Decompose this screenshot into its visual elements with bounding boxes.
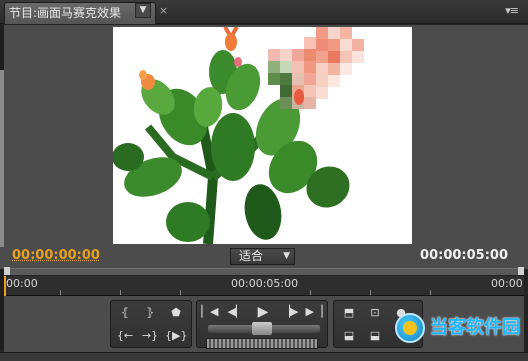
cactus-flower-image (113, 27, 412, 244)
ruler-label-start: 00:00 (6, 277, 38, 290)
panel-menu-icon[interactable]: ▾≡ (505, 5, 519, 17)
step-forward-icon[interactable]: ▕▶ (279, 303, 301, 321)
program-monitor-tab[interactable]: 节目:画面马赛克效果 (4, 2, 156, 24)
play-icon[interactable]: ▶ (252, 303, 274, 321)
zoom-level-value: 适合 (239, 249, 264, 263)
go-to-prev-marker-icon[interactable]: {← (114, 327, 136, 345)
go-to-in-icon[interactable]: ▏◀ (199, 303, 221, 321)
ruler-tick (370, 290, 371, 295)
step-back-icon[interactable]: ◀▏ (225, 303, 247, 321)
close-icon[interactable]: × (159, 5, 168, 17)
mark-in-icon[interactable]: ⦃ (114, 304, 136, 322)
zoom-level-select[interactable]: 适合 ▼ (230, 248, 295, 265)
trim-icon[interactable]: ⬓ (364, 327, 386, 345)
jog-wheel[interactable] (206, 338, 318, 349)
panel-bottom-strip (0, 352, 528, 361)
export-frame-icon[interactable]: ⬓ (338, 327, 360, 345)
panel-left-highlight (0, 70, 4, 250)
video-preview[interactable] (113, 27, 412, 244)
ruler-tick (180, 290, 181, 295)
go-to-out-icon[interactable]: ▶▕ (303, 303, 325, 321)
ruler-label-mid: 00:00:05:00 (231, 277, 299, 290)
chevron-down-icon: ▼ (283, 251, 290, 261)
ruler-tick (310, 290, 311, 295)
set-marker-icon[interactable]: ⬟ (165, 304, 187, 322)
duration-timecode: 00:00:05:00 (420, 248, 508, 263)
ruler-tick (60, 290, 61, 295)
current-timecode[interactable]: 00:00:00:00 (12, 247, 100, 265)
dropdown-arrow-icon[interactable]: ▼ (135, 3, 151, 18)
work-area-start-handle[interactable] (4, 267, 10, 275)
extract-icon[interactable]: ⊡ (364, 304, 386, 322)
work-area-end-handle[interactable] (518, 267, 524, 275)
play-in-to-out-icon[interactable]: {▶} (165, 327, 187, 345)
lift-icon[interactable]: ⬒ (338, 304, 360, 322)
work-area-bar[interactable] (4, 268, 524, 275)
watermark-text: 当客软件园 (430, 317, 520, 338)
program-monitor-tab-label: 节目:画面马赛克效果 (9, 6, 122, 20)
shuttle-knob[interactable] (252, 322, 272, 335)
panel-tab-bar: 节目:画面马赛克效果 ▼ × ▾≡ (0, 0, 528, 24)
mark-out-icon[interactable]: ⦄ (139, 304, 161, 322)
ruler-tick (120, 290, 121, 295)
ruler-tick (430, 290, 431, 295)
marker-controls-group: ⦃ ⦄ ⬟ {← →} {▶} (110, 300, 192, 348)
go-to-next-marker-icon[interactable]: →} (139, 327, 161, 345)
ruler-label-end: 00:00:10:00 (491, 278, 524, 290)
playhead[interactable] (4, 276, 6, 296)
watermark-logo-center (403, 321, 417, 335)
